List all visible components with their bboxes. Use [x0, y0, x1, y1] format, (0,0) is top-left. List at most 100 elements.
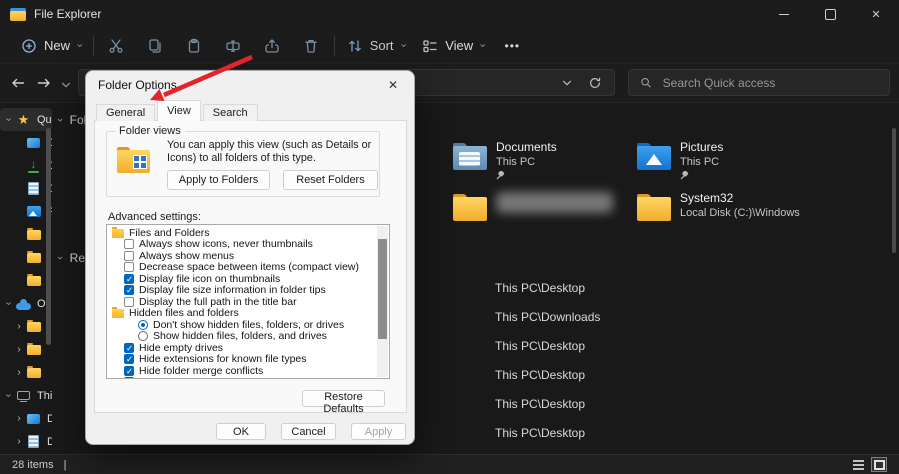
setting-control-glyph[interactable]	[124, 366, 134, 376]
advanced-setting-row[interactable]: Always show icons, never thumbnails	[107, 239, 389, 251]
setting-control-glyph[interactable]	[138, 320, 148, 330]
refresh-icon[interactable]	[588, 76, 602, 90]
sidebar-item[interactable]: Desktop	[0, 131, 52, 154]
sidebar-item[interactable]: This PC	[0, 384, 52, 407]
advanced-setting-row[interactable]: Always show menus	[107, 250, 389, 262]
advanced-setting-row[interactable]: Decrease space between items (compact vi…	[107, 262, 389, 274]
sidebar-item[interactable]: Documents	[0, 430, 52, 453]
apply-button[interactable]: Apply	[351, 423, 406, 440]
sidebar-item[interactable]: Downloads	[0, 154, 52, 177]
tree-expand-chevron-icon[interactable]	[3, 298, 15, 309]
share-button[interactable]	[253, 31, 292, 61]
tree-expand-chevron-icon[interactable]	[13, 367, 25, 378]
delete-button[interactable]	[292, 31, 331, 61]
content-scrollbar[interactable]	[892, 128, 896, 253]
sidebar-item[interactable]	[0, 223, 52, 246]
sidebar-item[interactable]	[0, 269, 52, 292]
sidebar-item[interactable]: Documents	[0, 177, 52, 200]
advanced-setting-row[interactable]: Files and Folders	[107, 227, 389, 239]
sidebar-item[interactable]	[0, 315, 52, 338]
recent-file-row[interactable]: This PC\Desktop	[495, 397, 600, 426]
reset-folders-button[interactable]: Reset Folders	[283, 170, 378, 190]
setting-control-glyph[interactable]	[112, 309, 124, 318]
restore-defaults-button[interactable]: Restore Defaults	[302, 390, 385, 407]
sidebar-item[interactable]: OneDrive	[0, 292, 52, 315]
advanced-settings-list[interactable]: Files and Folders Always show icons, nev…	[106, 224, 390, 379]
tree-expand-chevron-icon[interactable]	[3, 390, 15, 401]
folder-tile[interactable]: System32 Local Disk (C:)\Windows	[637, 190, 821, 241]
advanced-setting-row[interactable]: Hide empty drives	[107, 342, 389, 354]
see-more-button[interactable]	[493, 31, 532, 61]
rename-button[interactable]	[214, 31, 253, 61]
minimize-button[interactable]	[761, 0, 807, 28]
back-button[interactable]	[10, 75, 26, 91]
recent-locations-button[interactable]	[60, 79, 72, 91]
sidebar-scrollbar[interactable]	[46, 128, 51, 345]
setting-control-glyph[interactable]	[124, 285, 134, 295]
tree-expand-chevron-icon[interactable]	[13, 436, 25, 447]
dialog-close-button[interactable]	[384, 76, 402, 94]
setting-control-glyph[interactable]	[112, 229, 124, 238]
cancel-button[interactable]: Cancel	[281, 423, 336, 440]
setting-control-glyph[interactable]	[124, 377, 134, 379]
recent-file-row[interactable]: This PC\Desktop	[495, 281, 600, 310]
sort-button[interactable]: Sort	[338, 31, 414, 61]
setting-control-glyph[interactable]	[124, 262, 134, 272]
tree-expand-chevron-icon[interactable]	[13, 344, 25, 355]
sidebar-item[interactable]: Desktop	[0, 407, 52, 430]
folder-tile[interactable]	[453, 190, 637, 241]
new-button[interactable]: New	[12, 31, 90, 61]
advanced-setting-row[interactable]: Display file icon on thumbnails	[107, 273, 389, 285]
recent-file-row[interactable]: This PC\Desktop	[495, 339, 600, 368]
advanced-setting-row[interactable]	[107, 377, 389, 380]
sidebar-item[interactable]	[0, 361, 52, 384]
maximize-button[interactable]	[807, 0, 853, 28]
sidebar-item-icon	[25, 341, 42, 358]
ok-button[interactable]: OK	[216, 423, 266, 440]
tree-expand-chevron-icon[interactable]	[13, 413, 25, 424]
setting-control-glyph[interactable]	[124, 343, 134, 353]
advanced-setting-row[interactable]: Hidden files and folders	[107, 308, 389, 320]
forward-button[interactable]	[36, 75, 52, 91]
setting-control-glyph[interactable]	[124, 274, 134, 284]
details-view-button[interactable]	[850, 457, 866, 472]
list-scrollbar-thumb[interactable]	[378, 239, 387, 339]
recent-file-row[interactable]: This PC\Downloads	[495, 310, 600, 339]
sidebar-item[interactable]	[0, 338, 52, 361]
address-dropdown-icon[interactable]	[561, 77, 573, 89]
dialog-tab[interactable]: General	[96, 104, 155, 121]
advanced-setting-row[interactable]: Display file size information in folder …	[107, 285, 389, 297]
advanced-setting-row[interactable]: Hide folder merge conflicts	[107, 365, 389, 377]
sidebar-item[interactable]: Quick access	[0, 108, 52, 131]
section-collapse-chevron-icon[interactable]	[54, 256, 66, 260]
close-button[interactable]	[853, 0, 899, 28]
folder-tile[interactable]: Pictures This PC	[637, 139, 821, 190]
setting-control-glyph[interactable]	[124, 251, 134, 261]
recent-file-row[interactable]: This PC\Desktop	[495, 426, 600, 455]
large-icons-view-button[interactable]	[871, 457, 887, 472]
tree-expand-chevron-icon[interactable]	[13, 321, 25, 332]
section-collapse-chevron-icon[interactable]	[54, 118, 66, 122]
sidebar-item[interactable]	[0, 246, 52, 269]
apply-to-folders-button[interactable]: Apply to Folders	[167, 170, 270, 190]
search-input[interactable]	[661, 75, 878, 91]
advanced-setting-row[interactable]: Show hidden files, folders, and drives	[107, 331, 389, 343]
advanced-setting-row[interactable]: Hide extensions for known file types	[107, 354, 389, 366]
dialog-tab[interactable]: Search	[203, 104, 258, 121]
setting-control-glyph[interactable]	[124, 239, 134, 249]
dialog-tab[interactable]: View	[157, 100, 201, 121]
advanced-setting-row[interactable]: Don't show hidden files, folders, or dri…	[107, 319, 389, 331]
setting-control-glyph[interactable]	[124, 297, 134, 307]
sidebar-item[interactable]: Pictures	[0, 200, 52, 223]
copy-button[interactable]	[136, 31, 175, 61]
setting-control-glyph[interactable]	[138, 331, 148, 341]
tree-expand-chevron-icon[interactable]	[3, 114, 15, 125]
cut-button[interactable]	[97, 31, 136, 61]
view-button[interactable]: View	[413, 31, 493, 61]
setting-control-glyph[interactable]	[124, 354, 134, 364]
recent-file-row[interactable]: This PC\Desktop	[495, 368, 600, 397]
advanced-setting-row[interactable]: Display the full path in the title bar	[107, 296, 389, 308]
paste-button[interactable]	[175, 31, 214, 61]
list-scrollbar[interactable]	[377, 226, 388, 377]
folder-tile[interactable]: Documents This PC	[453, 139, 637, 190]
